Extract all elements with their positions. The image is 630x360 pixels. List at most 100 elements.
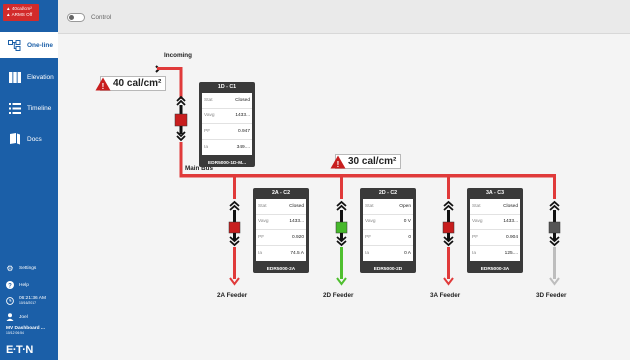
breaker-card-1d[interactable]: 1D - C1 Stat Closed Vavg 1433... PF 0.947 I… bbox=[199, 82, 255, 167]
reading-value: 0.947 bbox=[237, 128, 250, 134]
reading-row: Ia 0 A bbox=[363, 246, 413, 262]
reading-key: Stat bbox=[258, 203, 267, 209]
toggle-knob bbox=[69, 15, 74, 20]
reading-value: 0.920 bbox=[291, 234, 304, 240]
breaker-readings: Stat Closed Vavg 1433... PF 0.904 Ia 125.... bbox=[470, 199, 520, 261]
clock-icon bbox=[6, 296, 14, 305]
reading-key: Vavg bbox=[472, 219, 483, 225]
control-toggle[interactable] bbox=[67, 13, 85, 22]
breaker-title: 1D - C1 bbox=[217, 84, 237, 90]
reading-row: Ia 125.... bbox=[470, 246, 520, 262]
reading-key: Vavg bbox=[365, 219, 376, 225]
sidebar-item-label: Elevation bbox=[27, 73, 54, 81]
breaker-card-2d[interactable]: 2D - C2 Stat Open Vavg 0 V PF 0 Ia 0 A EDR50… bbox=[360, 188, 416, 273]
arc-flash-main-value: 40 cal/cm² bbox=[113, 78, 162, 89]
alert-line-1: ▲ 40cal/cm² bbox=[6, 6, 32, 11]
reading-row: Vavg 1433... bbox=[202, 109, 252, 124]
sidebar-item-one-line[interactable]: One-line bbox=[0, 32, 58, 58]
reading-value: 0 A bbox=[404, 250, 411, 256]
reading-value: 0 V bbox=[403, 219, 411, 225]
arc-flash-main-badge[interactable]: ! 40 cal/cm² bbox=[95, 76, 167, 91]
svg-text:?: ? bbox=[8, 283, 12, 289]
reading-value: 1433... bbox=[289, 219, 304, 225]
feeder-3a-branch bbox=[442, 174, 455, 286]
breaker-readings: Stat Closed Vavg 1433... PF 0.947 Ia 349.... bbox=[202, 93, 252, 155]
reading-key: PF bbox=[365, 234, 372, 240]
reading-key: Vavg bbox=[258, 219, 269, 225]
user-menu[interactable]: Joel bbox=[6, 313, 28, 321]
reading-value: 1433... bbox=[503, 219, 518, 225]
settings-label: Settings bbox=[19, 265, 37, 271]
elevation-icon bbox=[8, 71, 21, 84]
reading-key: Stat bbox=[472, 203, 481, 209]
breaker-card-2a[interactable]: 2A - C2 Stat Closed Vavg 1433... PF 0.920 I… bbox=[253, 188, 309, 273]
reading-value: Closed bbox=[289, 203, 304, 209]
sidebar: ▲ 40cal/cm² ▲ ARMS Off One-line Elevatio… bbox=[0, 0, 58, 360]
sidebar-item-docs[interactable]: Docs bbox=[0, 124, 58, 154]
reading-key: Ia bbox=[472, 250, 477, 256]
reading-key: PF bbox=[258, 234, 265, 240]
one-line-icon bbox=[8, 39, 21, 52]
reading-key: Vavg bbox=[204, 113, 215, 119]
reading-row: Ia 74.5 A bbox=[256, 246, 306, 262]
reading-value: 0.904 bbox=[505, 234, 518, 240]
clock-date: 10/16/2017 bbox=[19, 301, 36, 305]
reading-value: Closed bbox=[235, 97, 250, 103]
feeder-label-3a: 3A Feeder bbox=[430, 292, 461, 299]
help-label: Help bbox=[19, 282, 29, 288]
reading-row: PF 0.920 bbox=[256, 230, 306, 246]
feeder-2d-branch bbox=[335, 174, 348, 286]
help-icon: ? bbox=[6, 281, 14, 289]
dashboard-selector[interactable]: MV Dashboard ... 10/12 06:54 bbox=[6, 326, 45, 335]
timeline-icon bbox=[8, 102, 21, 115]
breaker-card-3a[interactable]: 3A - C3 Stat Closed Vavg 1433... PF 0.904 I… bbox=[467, 188, 523, 273]
breaker-title: 2A - C2 bbox=[271, 190, 291, 196]
reading-row: PF 0.947 bbox=[202, 124, 252, 140]
incoming-label: Incoming bbox=[164, 52, 192, 59]
reading-value: 74.5 A bbox=[290, 250, 304, 256]
reading-value: Closed bbox=[503, 203, 518, 209]
reading-row: Ia 349.... bbox=[202, 140, 252, 156]
breaker-device-name: EDR5000-2A bbox=[266, 267, 296, 272]
reading-row: PF 0.904 bbox=[470, 230, 520, 246]
arc-flash-bus-badge[interactable]: ! 30 cal/cm² bbox=[330, 154, 402, 169]
breaker-device-name: EDR5000-3A bbox=[480, 267, 510, 272]
feeder-2a-branch bbox=[228, 174, 241, 286]
alert-energy-text: 40cal/cm² bbox=[11, 6, 32, 11]
docs-icon bbox=[8, 133, 21, 146]
sidebar-item-timeline[interactable]: Timeline bbox=[0, 93, 58, 123]
main-vertical-line-top bbox=[179, 67, 183, 99]
reading-row: Stat Closed bbox=[256, 199, 306, 215]
sidebar-item-label: Timeline bbox=[27, 104, 52, 112]
sidebar-item-elevation[interactable]: Elevation bbox=[0, 62, 58, 92]
reading-value: 125.... bbox=[504, 250, 518, 256]
alert-arms-text: ARMS Off bbox=[11, 12, 33, 17]
warning-icon: ▲ bbox=[6, 6, 11, 11]
reading-key: PF bbox=[472, 234, 479, 240]
feeder-label-2a: 2A Feeder bbox=[217, 292, 248, 299]
feeder-label-3d: 3D Feeder bbox=[536, 292, 567, 299]
breaker-title: 3A - C3 bbox=[485, 190, 505, 196]
reading-key: PF bbox=[204, 128, 211, 134]
reading-value: Open bbox=[399, 203, 411, 209]
eaton-logo: E·T·N bbox=[6, 344, 33, 356]
gear-icon: ⚙ bbox=[6, 263, 14, 273]
breaker-device-name: EDR5000-1D-M... bbox=[207, 161, 247, 166]
reading-value: 349.... bbox=[236, 144, 250, 150]
reading-row: PF 0 bbox=[363, 230, 413, 246]
arc-flash-bus-value: 30 cal/cm² bbox=[348, 156, 397, 167]
user-icon bbox=[6, 313, 14, 321]
reading-key: Stat bbox=[204, 97, 213, 103]
reading-key: Stat bbox=[365, 203, 374, 209]
reading-value: 1433... bbox=[235, 113, 250, 119]
svg-text:!: ! bbox=[102, 82, 105, 91]
help-button[interactable]: ? Help bbox=[6, 281, 29, 289]
arc-flash-alert-badge[interactable]: ▲ 40cal/cm² ▲ ARMS Off bbox=[3, 4, 39, 21]
incoming-line bbox=[157, 67, 182, 70]
reading-key: Ia bbox=[258, 250, 263, 256]
settings-button[interactable]: ⚙ Settings bbox=[6, 263, 37, 273]
breaker-device-name: EDR5000-2D bbox=[373, 267, 403, 272]
reading-value: 0 bbox=[408, 234, 411, 240]
svg-text:!: ! bbox=[337, 160, 340, 169]
reading-row: Vavg 1433... bbox=[470, 215, 520, 230]
